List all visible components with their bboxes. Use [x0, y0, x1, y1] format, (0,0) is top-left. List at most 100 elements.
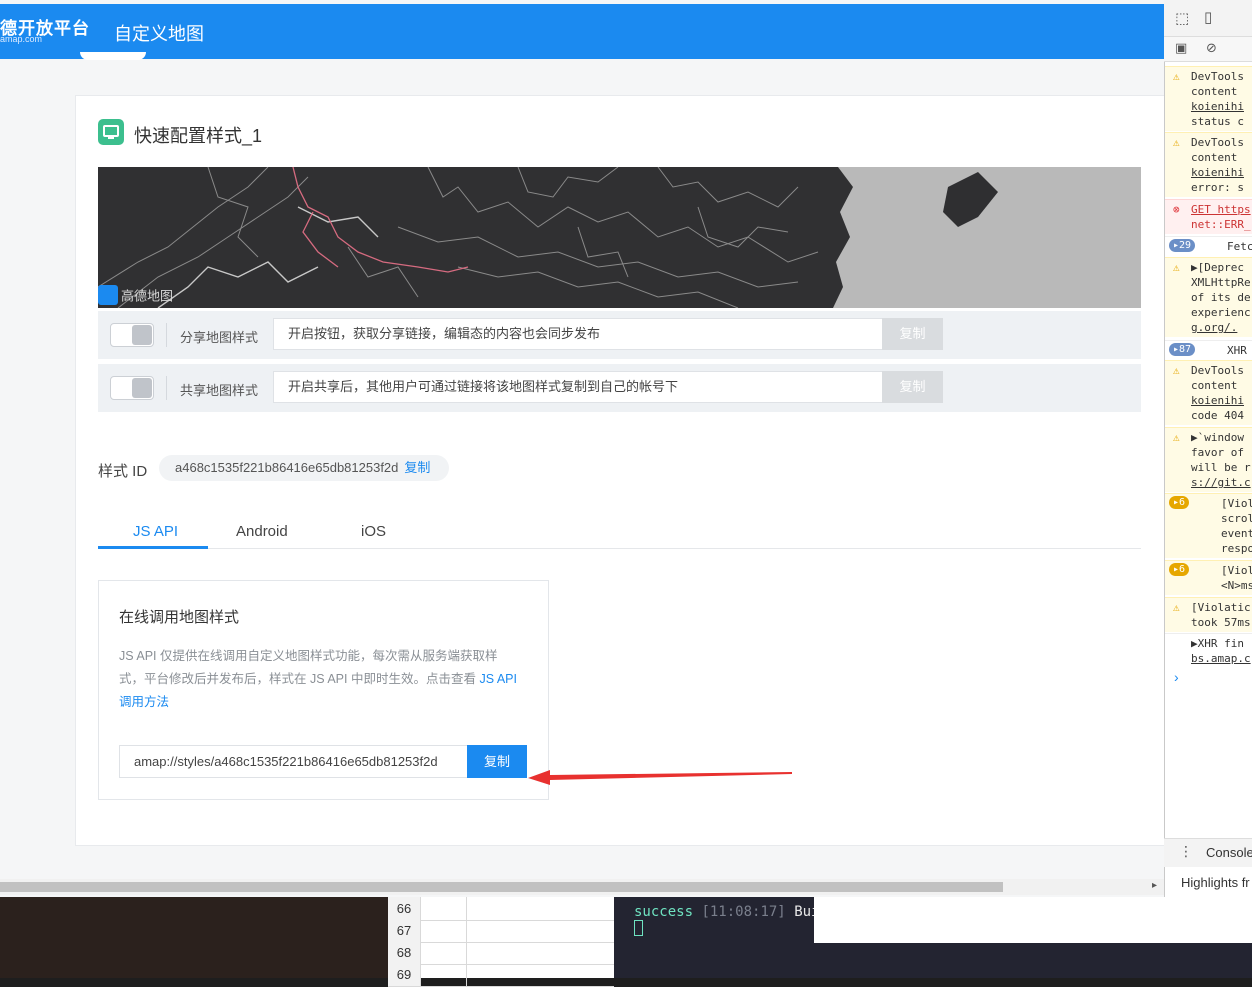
console-message-line: error: s — [1191, 181, 1244, 194]
message-count-badge: ▸6 — [1169, 563, 1190, 576]
table-row[interactable]: 67 — [388, 919, 614, 943]
warning-icon: ⚠ — [1173, 364, 1180, 377]
console-prompt[interactable]: › — [1174, 669, 1179, 685]
console-message[interactable]: ⚠ DevTools content koienihi code 404 — [1165, 360, 1252, 425]
console-drawer-tab[interactable]: Console — [1206, 845, 1252, 860]
url-copy-button[interactable]: 复制 — [467, 745, 527, 778]
table-cell[interactable] — [421, 963, 467, 986]
console-message-line: koienihi — [1191, 100, 1244, 113]
style-title: 快速配置样式_1 — [134, 126, 263, 146]
public-style-switch[interactable] — [110, 376, 154, 400]
amap-logo-subtext: amap.com — [0, 34, 43, 44]
monitor-icon — [98, 119, 124, 145]
console-message[interactable]: ▸87 XHR — [1165, 340, 1252, 360]
tab-ios[interactable]: iOS — [361, 523, 386, 540]
console-message-line: g.org/. — [1191, 321, 1238, 334]
console-message-line: took 57ms — [1191, 616, 1251, 629]
public-copy-button[interactable]: 复制 — [882, 371, 943, 403]
style-id-copy-link[interactable]: 复制 — [404, 460, 430, 475]
console-message-line: event — [1221, 527, 1252, 540]
nav-custom-map[interactable]: 自定义地图 — [114, 20, 204, 46]
red-arrow-annotation — [528, 770, 792, 785]
style-id-value: a468c1535f221b86416e65db81253f2d — [175, 460, 399, 475]
console-message-line: respo — [1221, 542, 1252, 555]
share-style-switch[interactable] — [110, 323, 154, 347]
table-row[interactable]: 66 — [388, 897, 614, 921]
console-message[interactable]: ▸6 [Viol scrol event respo — [1165, 493, 1252, 558]
table-cell[interactable] — [421, 941, 467, 964]
console-message-line: scrol — [1221, 512, 1252, 525]
tab-active-indicator — [98, 546, 208, 549]
console-message-line: DevTools — [1191, 70, 1244, 83]
public-style-row: 共享地图样式 开启共享后，其他用户可通过链接将该地图样式复制到自己的帐号下 复制 — [98, 364, 1141, 412]
console-message[interactable]: ⚠ ▶`window favor of will be r s://git.c — [1165, 427, 1252, 492]
console-message-line: [Viol — [1221, 497, 1252, 510]
share-link-input[interactable]: 开启按钮，获取分享链接，编辑态的内容也会同步发布 — [273, 318, 883, 350]
share-style-row: 分享地图样式 开启按钮，获取分享链接，编辑态的内容也会同步发布 复制 — [98, 311, 1141, 359]
console-message-line: content — [1191, 151, 1238, 164]
panel-title: 在线调用地图样式 — [119, 609, 240, 626]
error-icon: ⊗ — [1173, 203, 1180, 216]
console-message-line: favor of — [1191, 446, 1244, 459]
console-message-line: koienihi — [1191, 394, 1244, 407]
table-row[interactable]: 69 — [388, 963, 614, 987]
console-message-line: [Violatic — [1191, 601, 1251, 614]
share-copy-button[interactable]: 复制 — [882, 318, 943, 350]
divider — [166, 323, 167, 347]
console-message-line: <N>ms — [1221, 579, 1252, 592]
console-message-line: ▶[Deprec — [1191, 261, 1244, 274]
console-message-line: bs.amap.c — [1191, 652, 1251, 665]
style-url-input[interactable]: amap://styles/a468c1535f221b86416e65db81… — [119, 745, 468, 778]
console-message[interactable]: ⚠ ▶[Deprec XMLHttpRe of its de experienc g.or… — [1165, 257, 1252, 337]
console-message-line: will be r — [1191, 461, 1251, 474]
console-message-line: of its de — [1191, 291, 1251, 304]
console-message-line: XMLHttpRe — [1191, 276, 1251, 289]
table-cell[interactable] — [421, 919, 467, 942]
console-message-line: content — [1191, 379, 1238, 392]
map-preview[interactable] — [98, 167, 1141, 308]
clear-console-icon[interactable]: ⊘ — [1206, 40, 1217, 56]
message-count-badge: ▸29 — [1169, 239, 1196, 252]
console-message-line: koienihi — [1191, 166, 1244, 179]
warning-icon: ⚠ — [1173, 261, 1180, 274]
warning-icon: ⚠ — [1173, 431, 1180, 444]
tab-js-api[interactable]: JS API — [133, 523, 178, 540]
message-count-badge: ▸87 — [1169, 343, 1196, 356]
more-tabs-icon[interactable]: ⋮ — [1179, 843, 1193, 860]
scroll-right-arrow-icon[interactable]: ▸ — [1152, 880, 1157, 891]
table-row[interactable]: 68 — [388, 941, 614, 965]
console-message-line: Fetc — [1227, 240, 1252, 253]
device-toolbar-icon[interactable]: ▯ — [1204, 8, 1212, 26]
map-logo: 高德地图 — [98, 285, 173, 305]
console-message[interactable]: ▶XHR fin bs.amap.c — [1165, 633, 1252, 668]
console-message-line: DevTools — [1191, 364, 1244, 377]
inspect-element-icon[interactable]: ⬚ — [1175, 9, 1189, 27]
console-message[interactable]: ▸6 [Viol <N>ms — [1165, 560, 1252, 595]
tab-divider — [98, 548, 1141, 549]
console-message[interactable]: ⚠ [Violatic took 57ms — [1165, 597, 1252, 632]
console-message-line: content — [1191, 85, 1238, 98]
console-message-line: ▶XHR fin — [1191, 637, 1244, 650]
row-number: 68 — [388, 941, 421, 964]
tab-android[interactable]: Android — [236, 523, 288, 540]
public-link-input[interactable]: 开启共享后，其他用户可通过链接将该地图样式复制到自己的帐号下 — [273, 371, 883, 403]
panel-description: JS API 仅提供在线调用自定义地图样式功能，每次需从服务端获取样式，平台修改… — [119, 649, 517, 709]
sidebar-toggle-icon[interactable]: ▣ — [1175, 40, 1187, 56]
console-message[interactable]: ⚠ DevTools content koienihi error: s — [1165, 132, 1252, 197]
row-number: 69 — [388, 963, 421, 986]
row-number: 67 — [388, 919, 421, 942]
warning-icon: ⚠ — [1173, 136, 1180, 149]
console-message[interactable]: ⚠ DevTools content koienihi status c — [1165, 66, 1252, 131]
warning-icon: ⚠ — [1173, 601, 1180, 614]
overlay-window — [814, 897, 1252, 943]
scrollbar-thumb[interactable] — [0, 882, 1003, 892]
console-message-line: DevTools — [1191, 136, 1244, 149]
console-message[interactable]: ▸29 Fetc — [1165, 236, 1252, 256]
terminal-output: success [11:08:17] Bui — [634, 904, 820, 920]
table-cell[interactable] — [421, 897, 467, 920]
console-message-line: XHR — [1227, 344, 1247, 357]
style-id-pill: a468c1535f221b86416e65db81253f2d 复制 — [159, 455, 449, 481]
console-message[interactable]: ⊗ GET https net::ERR_ — [1165, 199, 1252, 234]
switch-knob — [132, 325, 152, 345]
console-message-line: net::ERR_ — [1191, 218, 1251, 231]
